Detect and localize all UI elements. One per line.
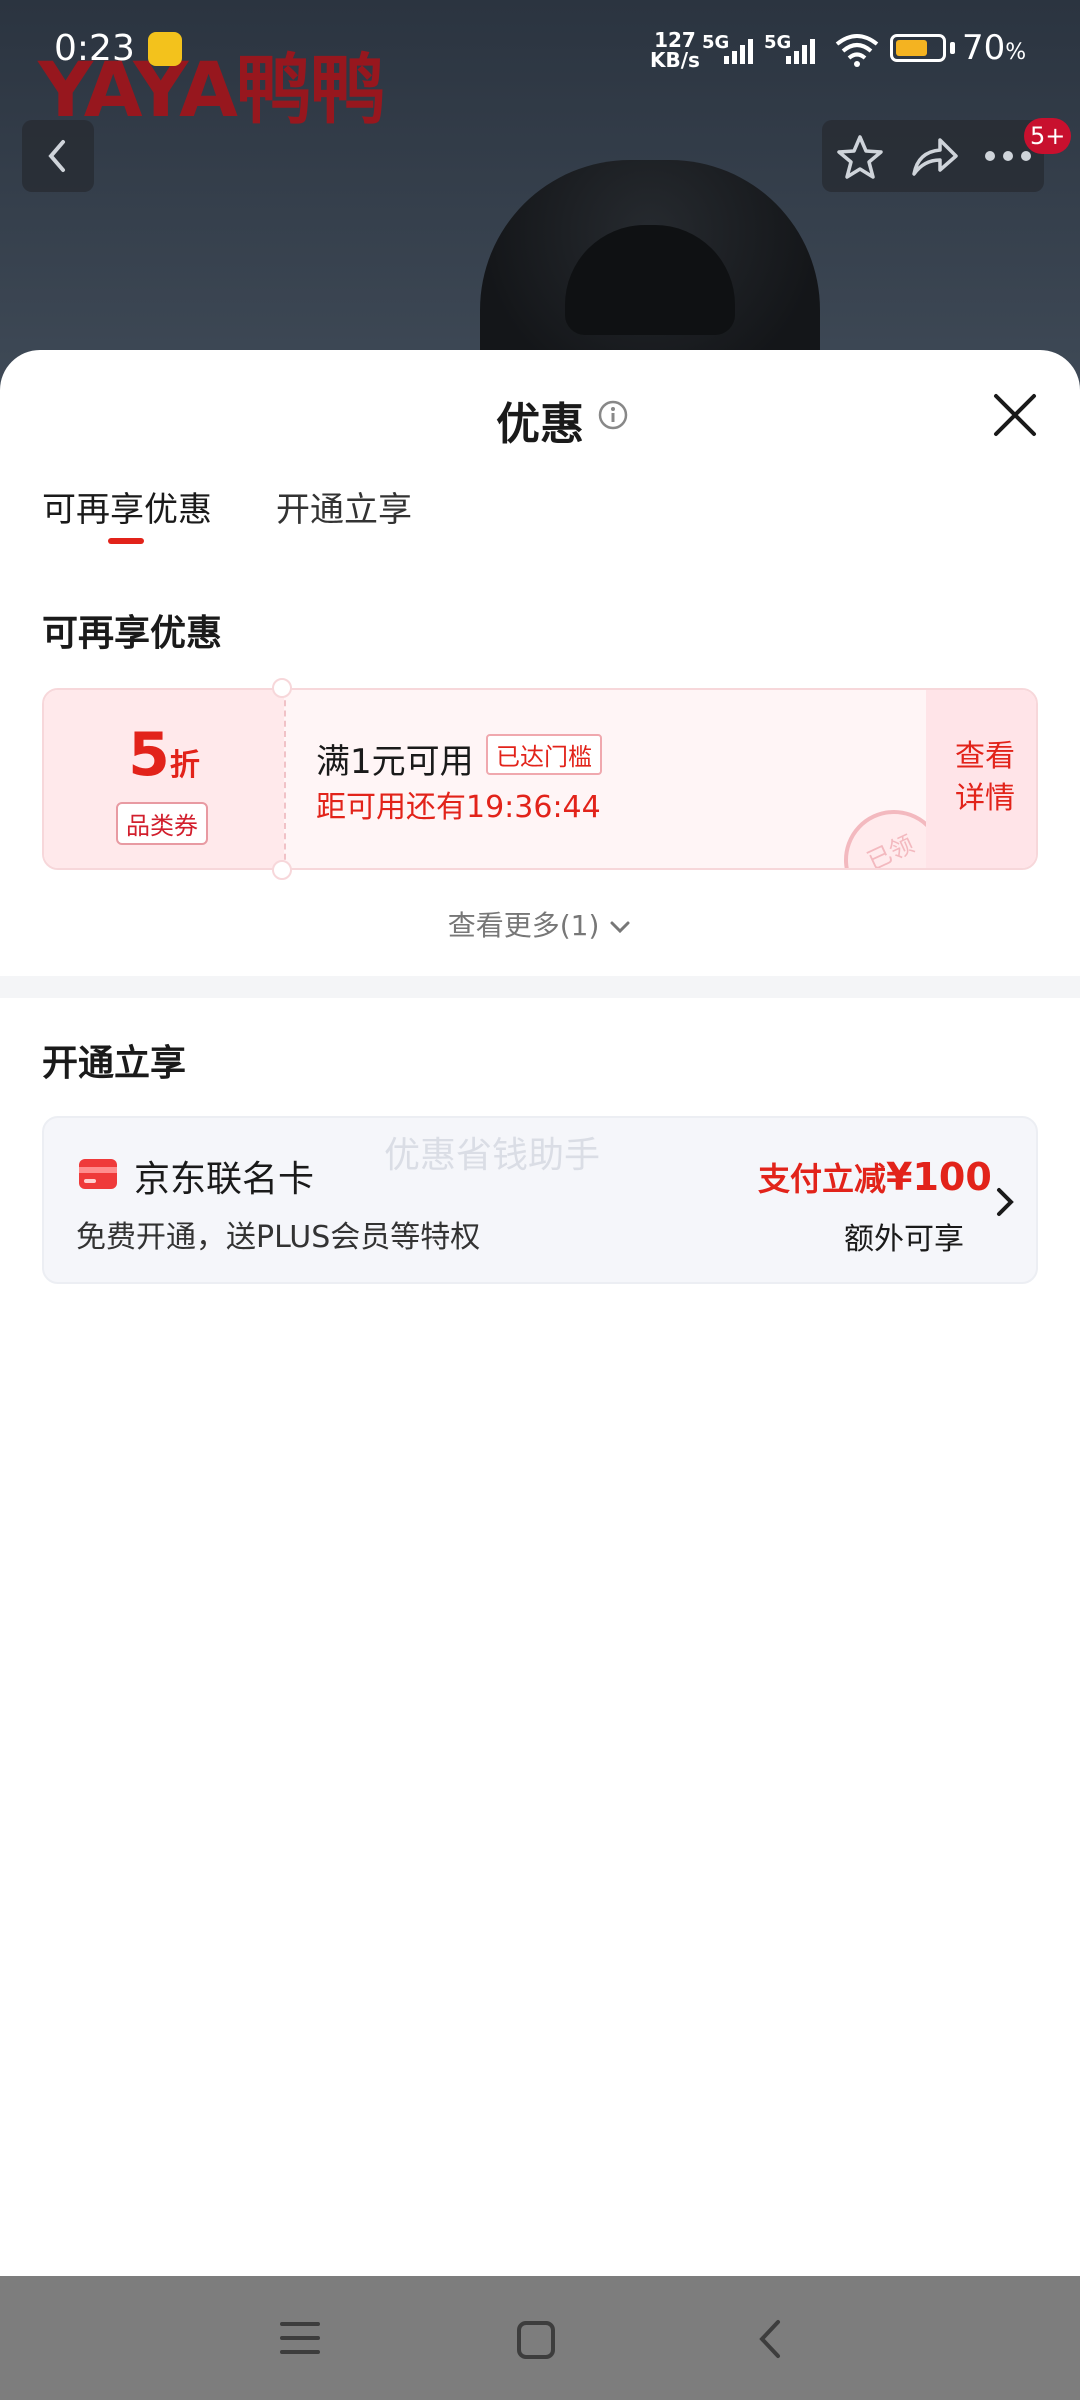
network-speed: 127 KB/s	[650, 30, 700, 70]
coupon-notch-top	[272, 678, 292, 698]
chevron-down-icon	[610, 921, 630, 934]
view-details-button[interactable]: 查看详情	[950, 736, 1020, 820]
status-time: 0:23	[54, 28, 135, 69]
promo-amount: ¥100	[886, 1155, 992, 1199]
battery-level-fill	[896, 40, 927, 56]
battery-value: 70	[962, 28, 1006, 68]
coupon-discount: 5折	[44, 720, 284, 790]
chevron-right-icon	[997, 1188, 1014, 1216]
wifi-icon	[835, 34, 879, 67]
coupon-type-tag: 品类券	[116, 802, 208, 845]
discount-unit: 折	[169, 748, 200, 783]
active-tab-indicator	[108, 538, 144, 544]
battery-unit: %	[1005, 40, 1027, 65]
credit-card-icon	[79, 1159, 117, 1189]
card-promo: 支付立减¥100	[758, 1154, 992, 1200]
coupon-card[interactable]: 5折 品类券 满1元可用 已达门槛 距可用还有19:36:44 已领 查看详情	[42, 688, 1038, 870]
star-icon[interactable]	[836, 134, 884, 180]
card-title: 京东联名卡	[134, 1159, 315, 1200]
view-more-label: 查看更多(1)	[447, 909, 600, 942]
threshold-reached-tag: 已达门槛	[486, 734, 602, 775]
home-icon[interactable]	[516, 2320, 556, 2360]
tab-instant-activation[interactable]: 开通立享	[276, 482, 412, 531]
battery-tip	[950, 42, 955, 54]
top-actions	[822, 120, 1044, 192]
chevron-left-icon	[48, 140, 65, 172]
section-heading-instant-activation: 开通立享	[42, 1043, 187, 1084]
tab-available-offers[interactable]: 可再享优惠	[42, 482, 212, 531]
more-icon[interactable]	[984, 150, 1032, 162]
battery-icon	[890, 34, 946, 62]
coupon-condition: 满1元可用	[316, 742, 474, 782]
section-separator	[0, 976, 1080, 998]
view-more-link[interactable]: 查看更多(1)	[0, 904, 1080, 944]
network-speed-value: 127	[654, 28, 696, 52]
close-icon[interactable]	[992, 392, 1038, 438]
notification-app-icon	[148, 32, 182, 66]
coupon-divider	[284, 690, 286, 868]
section-heading-available-offers: 可再享优惠	[42, 613, 223, 654]
signal-bars-icon	[786, 39, 815, 64]
signal-bars-icon	[724, 39, 753, 64]
menu-icon[interactable]	[280, 2320, 320, 2356]
card-subtitle: 免费开通，送PLUS会员等特权	[76, 1220, 481, 1255]
status-bar: 0:23 127 KB/s 5G 5G 70%	[0, 0, 1080, 100]
discount-number: 5	[128, 720, 170, 790]
network-speed-unit: KB/s	[650, 48, 700, 72]
card-extra-note: 额外可享	[844, 1222, 964, 1257]
coupon-notch-bottom	[272, 860, 292, 880]
promo-prefix: 支付立减	[758, 1160, 887, 1198]
system-nav-bar	[0, 2276, 1080, 2400]
assistant-watermark: 优惠省钱助手	[384, 1135, 601, 1176]
battery-percent: 70%	[962, 28, 1026, 68]
back-nav-icon[interactable]	[754, 2318, 784, 2360]
sheet-title: 优惠	[496, 399, 584, 450]
notification-badge: 5+	[1024, 118, 1072, 154]
info-icon[interactable]	[598, 400, 628, 430]
share-icon[interactable]	[910, 134, 960, 178]
back-button[interactable]	[22, 120, 94, 192]
coupon-countdown: 距可用还有19:36:44	[316, 790, 601, 825]
